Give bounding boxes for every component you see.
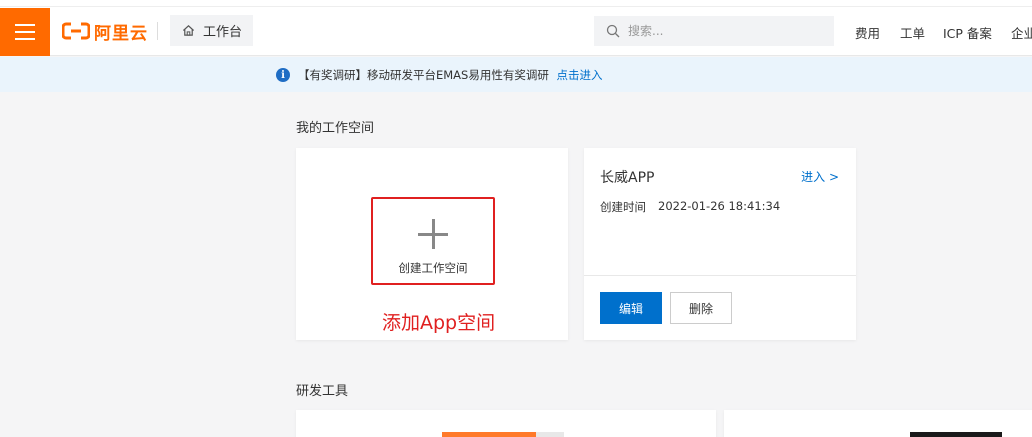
- divider: [584, 275, 856, 276]
- workspace-title: 我的工作空间: [296, 121, 375, 136]
- created-label: 创建时间: [600, 200, 646, 214]
- app-name: 长威APP: [600, 170, 655, 186]
- notice-text: 【有奖调研】移动研发平台EMAS易用性有奖调研: [298, 68, 549, 82]
- tool-thumbnail: [442, 432, 564, 437]
- tool-card[interactable]: [724, 410, 1032, 437]
- plus-icon: [418, 219, 448, 249]
- tool-card[interactable]: [296, 410, 716, 437]
- info-icon: i: [276, 68, 290, 82]
- logo-text: 阿里云: [94, 23, 148, 44]
- logo-mark-icon: [61, 22, 91, 40]
- nav-enterprise[interactable]: 企业: [1011, 23, 1032, 42]
- created-value: 2022-01-26 18:41:34: [658, 199, 781, 213]
- enter-link[interactable]: 进入 >: [801, 168, 839, 185]
- tools-title: 研发工具: [296, 384, 349, 399]
- search-box[interactable]: [594, 16, 834, 46]
- edit-button[interactable]: 编辑: [600, 292, 662, 324]
- nav-tickets[interactable]: 工单: [900, 23, 925, 42]
- divider: [157, 22, 158, 40]
- workbench-button[interactable]: 工作台: [170, 15, 253, 46]
- workbench-label: 工作台: [203, 25, 243, 40]
- search-input[interactable]: [628, 24, 808, 38]
- search-icon: [606, 24, 620, 38]
- top-bar: 阿里云 工作台 费用 工单 ICP 备案 企业: [0, 0, 1032, 56]
- home-icon: [182, 25, 195, 36]
- menu-icon[interactable]: [0, 8, 50, 56]
- nav-fees[interactable]: 费用: [855, 23, 880, 42]
- nav-icp[interactable]: ICP 备案: [943, 23, 992, 42]
- create-workspace-label: 创建工作空间: [398, 261, 468, 275]
- annotation-text: 添加App空间: [382, 312, 496, 334]
- tool-thumbnail: [910, 432, 1002, 437]
- delete-button[interactable]: 删除: [670, 292, 732, 324]
- created-time: 创建时间 2022-01-26 18:41:34: [600, 199, 780, 215]
- create-workspace-card: 创建工作空间 添加App空间: [296, 148, 568, 340]
- notice-link[interactable]: 点击进入: [557, 68, 603, 82]
- notice-bar: i 【有奖调研】移动研发平台EMAS易用性有奖调研 点击进入: [0, 57, 1032, 92]
- create-workspace-button[interactable]: 创建工作空间: [371, 197, 495, 285]
- app-card: 长威APP 进入 > 创建时间 2022-01-26 18:41:34 编辑 删…: [584, 148, 856, 340]
- aliyun-logo[interactable]: 阿里云: [61, 20, 148, 44]
